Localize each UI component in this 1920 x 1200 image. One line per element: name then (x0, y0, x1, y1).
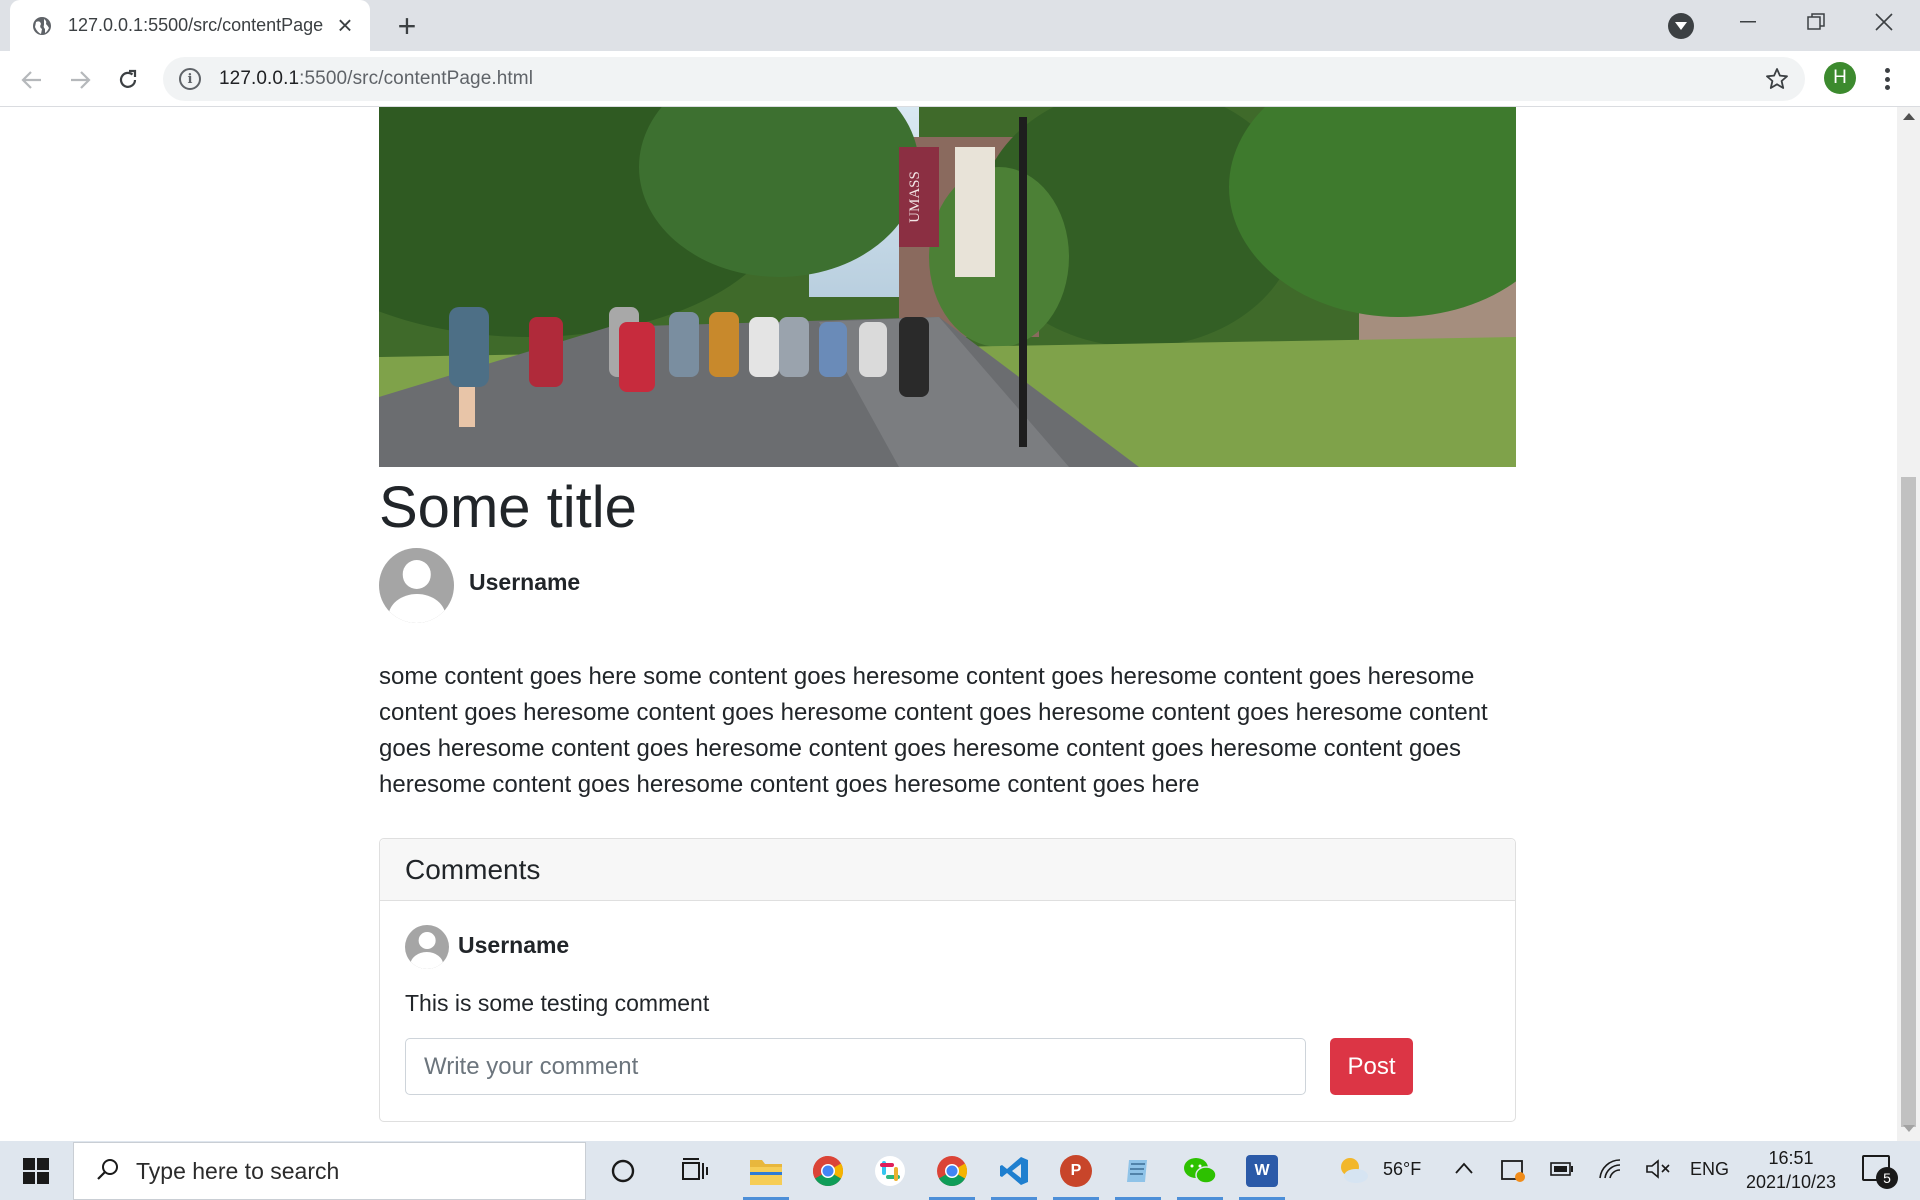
forward-arrow-icon[interactable] (60, 60, 100, 100)
url-text: 127.0.0.1:5500/src/contentPage.html (219, 68, 534, 89)
browser-tab[interactable]: 127.0.0.1:5500/src/contentPage.h × (10, 0, 370, 51)
author-username[interactable]: Username (469, 569, 580, 596)
tab-search-icon[interactable] (1668, 13, 1694, 39)
notepad-icon[interactable] (1107, 1141, 1169, 1200)
back-arrow-icon[interactable] (12, 60, 52, 100)
browser-toolbar: i 127.0.0.1:5500/src/contentPage.html H (0, 51, 1920, 107)
weather-temperature[interactable]: 56°F (1383, 1159, 1421, 1180)
chrome-icon[interactable] (921, 1141, 983, 1200)
battery-icon[interactable] (1550, 1161, 1574, 1182)
slack-icon[interactable] (859, 1141, 921, 1200)
clock[interactable]: 16:51 2021/10/23 (1736, 1146, 1846, 1194)
vscode-icon[interactable] (983, 1141, 1045, 1200)
article: UMASS Some title Username some content g… (379, 107, 1516, 1122)
scroll-thumb[interactable] (1901, 477, 1916, 1127)
page-scrollbar[interactable] (1897, 107, 1920, 1141)
comment-input[interactable] (405, 1038, 1306, 1095)
comment-text: This is some testing comment (405, 990, 710, 1016)
chrome-icon[interactable] (797, 1141, 859, 1200)
bookmark-star-icon[interactable] (1765, 67, 1789, 91)
avatar (405, 925, 449, 969)
tray-app-icon[interactable] (1500, 1157, 1526, 1188)
speaker-muted-icon[interactable] (1645, 1159, 1671, 1184)
tab-title: 127.0.0.1:5500/src/contentPage.h (68, 15, 324, 35)
comment-item: Username This is some testing comment (405, 925, 1490, 1017)
windows-start-icon[interactable] (0, 1141, 72, 1200)
comment-username[interactable]: Username (458, 932, 569, 959)
menu-dots-icon[interactable] (1872, 65, 1902, 93)
restore-icon[interactable] (1785, 0, 1847, 44)
comments-heading: Comments (405, 853, 541, 885)
site-info-icon[interactable]: i (179, 68, 201, 90)
comments-header: Comments (380, 839, 1515, 901)
hero-banner-text: UMASS (907, 171, 923, 223)
tab-strip: 127.0.0.1:5500/src/contentPage.h × + (0, 0, 1920, 51)
clock-time: 16:51 (1768, 1148, 1814, 1168)
close-tab-icon[interactable]: × (332, 10, 358, 40)
scroll-down-arrow-icon[interactable] (1903, 1125, 1915, 1132)
wifi-icon[interactable] (1598, 1158, 1622, 1185)
comments-body: Username This is some testing comment Po… (380, 901, 1515, 1121)
scroll-up-arrow-icon[interactable] (1903, 113, 1915, 120)
file-explorer-icon[interactable] (735, 1141, 797, 1200)
article-body: some content goes here some content goes… (379, 663, 1488, 798)
new-tab-button[interactable]: + (390, 8, 424, 44)
page-title: Some title (379, 475, 637, 540)
notification-count-badge: 5 (1876, 1167, 1898, 1189)
chevron-up-icon[interactable] (1455, 1161, 1473, 1179)
author-info: Username (379, 547, 1516, 623)
wechat-icon[interactable] (1169, 1141, 1231, 1200)
search-icon (96, 1157, 120, 1186)
post-button[interactable]: Post (1330, 1038, 1413, 1095)
avatar (379, 547, 454, 623)
page-viewport: UMASS Some title Username some content g… (0, 107, 1897, 1141)
minimize-icon[interactable] (1717, 0, 1779, 44)
word-icon[interactable]: W (1231, 1141, 1293, 1200)
powerpoint-icon[interactable]: P (1045, 1141, 1107, 1200)
close-window-icon[interactable] (1853, 0, 1915, 44)
comments-card: Comments Username This is some testing c… (379, 838, 1516, 1122)
taskbar: Type here to search P W 56°F ENG 16:51 2… (0, 1141, 1920, 1200)
clock-date: 2021/10/23 (1745, 1172, 1837, 1192)
reload-icon[interactable] (108, 60, 148, 100)
search-placeholder: Type here to search (136, 1157, 340, 1184)
taskbar-search-input[interactable]: Type here to search (73, 1142, 586, 1200)
comment-form: Post (405, 1038, 1490, 1095)
comment-author: Username (405, 925, 1490, 969)
language-indicator[interactable]: ENG (1690, 1159, 1729, 1180)
weather-icon[interactable] (1336, 1155, 1370, 1190)
globe-icon (32, 16, 52, 36)
cortana-icon[interactable] (592, 1141, 654, 1200)
hero-image: UMASS (379, 107, 1516, 467)
address-bar[interactable]: i 127.0.0.1:5500/src/contentPage.html (163, 57, 1805, 101)
task-view-icon[interactable] (664, 1141, 726, 1200)
profile-avatar[interactable]: H (1824, 62, 1856, 94)
